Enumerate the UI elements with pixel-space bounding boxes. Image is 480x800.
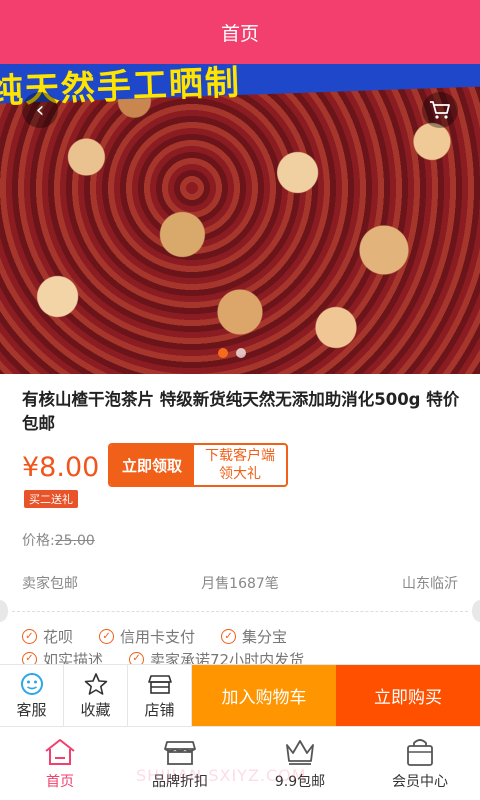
shop-button[interactable]: 店铺 — [128, 665, 192, 726]
carousel-dot-2[interactable] — [236, 348, 246, 358]
coupon-widget[interactable]: 立即领取 下载客户端 领大礼 — [108, 443, 288, 487]
nav-label-brand: 品牌折扣 — [152, 773, 208, 790]
nav-label-member: 会员中心 — [392, 773, 448, 790]
nav-label-home: 首页 — [46, 773, 74, 790]
product-info-row: 卖家包邮 月售1687笔 山东临沂 — [22, 573, 458, 593]
home-icon — [45, 738, 75, 765]
service-item: ✓ 集分宝 — [221, 626, 287, 647]
cart-button[interactable] — [422, 92, 458, 128]
service-label: 信用卡支付 — [120, 628, 196, 646]
download-app-line2: 领大礼 — [219, 466, 261, 482]
product-image-carousel[interactable]: 纯天然手工晒制 ‹ — [0, 64, 480, 374]
check-circle-icon: ✓ — [22, 629, 37, 644]
original-price: 价格:25.00 — [22, 530, 95, 550]
divider-notch-right — [472, 600, 480, 622]
check-circle-icon: ✓ — [221, 629, 237, 644]
shipping-info: 卖家包邮 — [22, 576, 78, 592]
service-label: 集分宝 — [242, 628, 288, 646]
download-app-promo[interactable]: 下载客户端 领大礼 — [194, 445, 286, 485]
service-guarantees: ✓ 花呗 ✓ 信用卡支付 ✓ 集分宝 — [22, 626, 287, 647]
crown-icon — [286, 739, 314, 765]
star-icon — [83, 671, 109, 697]
shop-label: 店铺 — [144, 701, 175, 719]
chevron-left-icon: ‹ — [35, 97, 45, 123]
product-price: ¥8.00 — [22, 452, 100, 483]
chat-bubble-icon — [19, 671, 45, 697]
promo-tag: 买二送礼 — [24, 490, 78, 508]
nav-label-sale: 9.9包邮 — [274, 773, 326, 790]
download-app-line1: 下载客户端 — [205, 448, 275, 464]
divider-notch-left — [0, 600, 8, 622]
buy-now-button[interactable]: 立即购买 — [336, 665, 480, 726]
bottom-nav: 首页 品牌折扣 9.9包邮 会员中心 — [0, 726, 480, 800]
check-circle-icon: ✓ — [99, 629, 115, 644]
service-item: ✓ 花呗 — [22, 626, 73, 647]
carousel-dot-1[interactable] — [218, 348, 228, 358]
customer-service-button[interactable]: 客服 — [0, 665, 64, 726]
ship-location: 山东临沂 — [401, 576, 458, 592]
nav-item-free-shipping[interactable]: 9.9包邮 — [240, 727, 360, 800]
nav-item-home[interactable]: 首页 — [0, 727, 120, 800]
original-price-value: 25.00 — [54, 533, 95, 549]
favorite-label: 收藏 — [80, 701, 111, 719]
monthly-sales: 月售1687笔 — [201, 576, 279, 592]
storefront-icon — [164, 740, 196, 765]
dashed-divider — [12, 611, 468, 612]
hero-banner: 纯天然手工晒制 — [0, 64, 480, 112]
customer-service-label: 客服 — [16, 701, 47, 719]
original-price-label: 价格: — [22, 533, 55, 549]
shopping-bag-icon — [407, 738, 433, 766]
cart-icon — [430, 101, 450, 119]
back-button[interactable]: ‹ — [22, 92, 58, 128]
page-title: 首页 — [220, 22, 259, 45]
add-to-cart-button[interactable]: 加入购物车 — [192, 665, 336, 726]
purchase-action-bar: 客服 收藏 店铺 加入购物车 立即购买 — [0, 664, 480, 726]
claim-coupon-button[interactable]: 立即领取 — [110, 445, 194, 485]
service-item: ✓ 信用卡支付 — [99, 626, 195, 647]
store-icon — [147, 671, 173, 697]
nav-item-member-center[interactable]: 会员中心 — [360, 727, 480, 800]
product-title: 有核山楂干泡茶片 特级新货纯天然无添加助消化500g 特价包邮 — [22, 390, 460, 433]
nav-item-brand-discount[interactable]: 品牌折扣 — [120, 727, 240, 800]
carousel-dots — [218, 348, 246, 358]
favorite-button[interactable]: 收藏 — [64, 665, 128, 726]
top-bar: 首页 — [0, 0, 480, 64]
service-label: 花呗 — [43, 628, 74, 646]
